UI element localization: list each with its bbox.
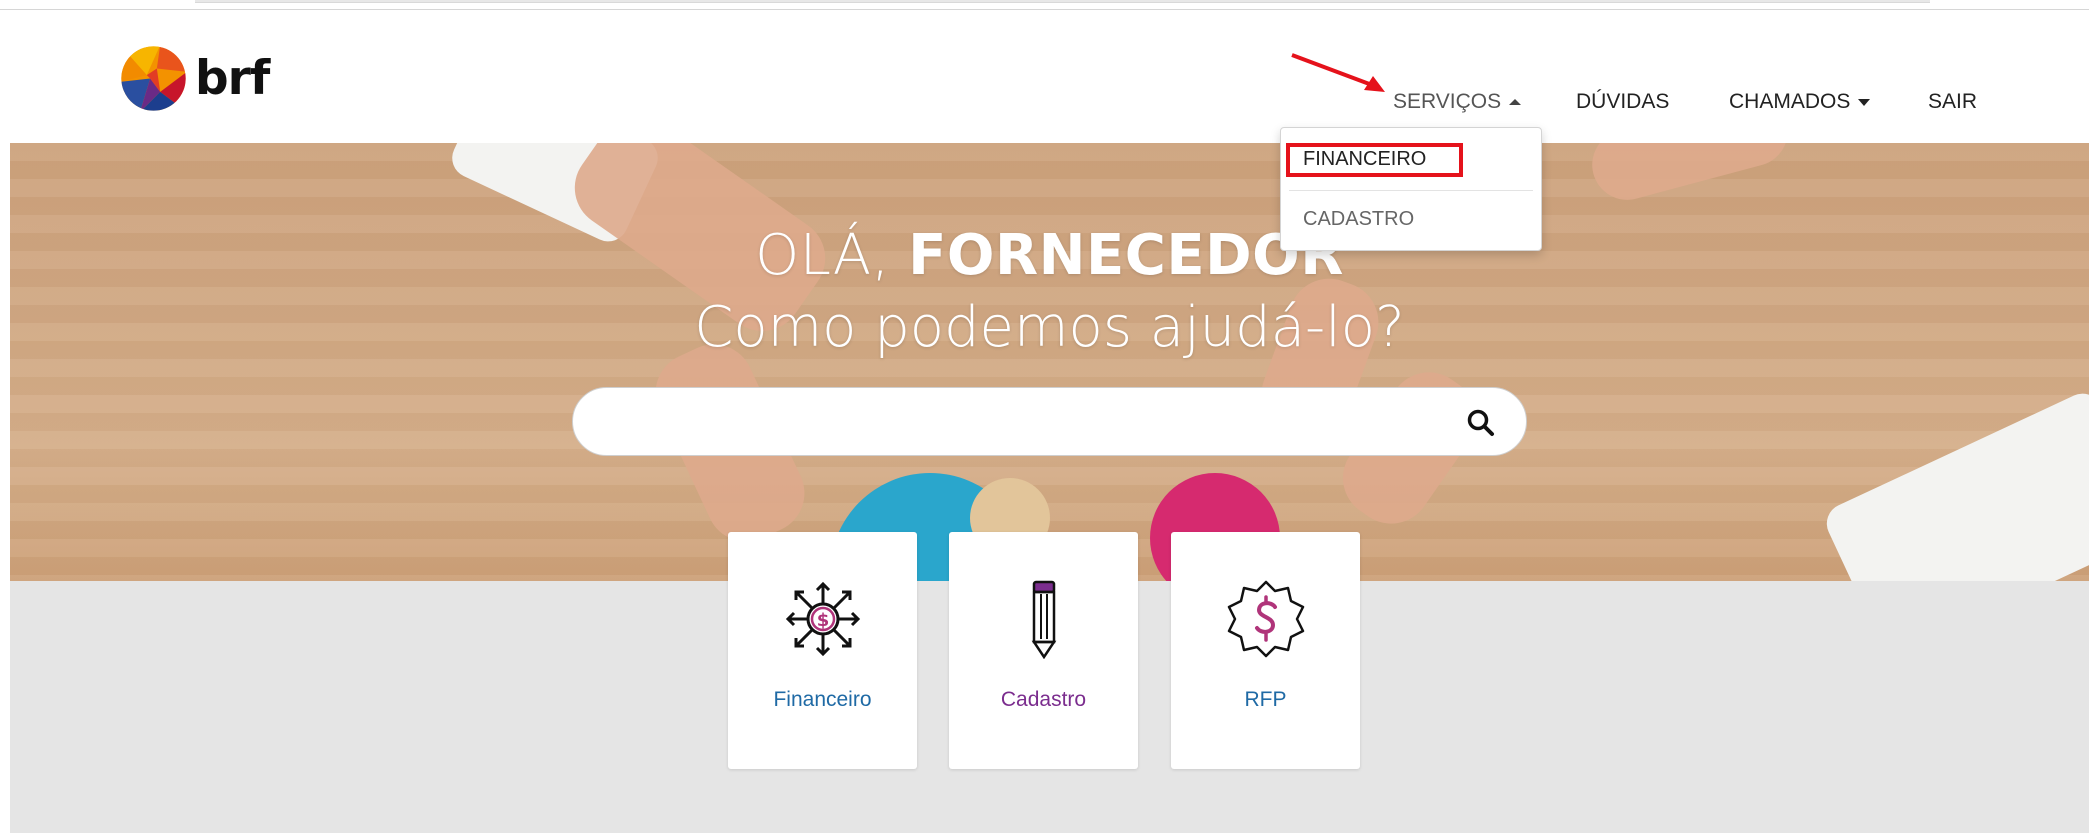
svg-text:$: $ (817, 610, 830, 631)
caret-up-icon (1509, 99, 1522, 105)
search-input[interactable] (603, 388, 1453, 455)
nav-servicos-label: SERVIÇOS (1393, 90, 1502, 113)
top-divider (0, 9, 2089, 10)
nav-duvidas[interactable]: DÚVIDAS (1576, 90, 1669, 114)
card-financeiro-label: Financeiro (773, 688, 872, 711)
nav-chamados[interactable]: CHAMADOS (1729, 90, 1871, 114)
page: brf SERVIÇOS DÚVIDAS CHAMADOS SAIR OLÁ, … (0, 0, 2089, 833)
hero-greeting-bold: FORNECEDOR (908, 223, 1344, 288)
hero-greeting: OLÁ, FORNECEDOR (10, 223, 2089, 288)
logo-text: brf (195, 50, 270, 106)
card-cadastro-label: Cadastro (1000, 688, 1087, 711)
card-cadastro[interactable]: Cadastro (949, 532, 1138, 769)
brf-logo[interactable]: brf (120, 43, 280, 113)
nav-sair-label: SAIR (1928, 90, 1978, 113)
card-rfp-label: RFP (1244, 688, 1287, 711)
hero-greeting-text: OLÁ, (755, 223, 890, 288)
hero-banner: OLÁ, FORNECEDOR Como podemos ajudá-lo? (10, 143, 2089, 581)
brf-logo-icon (121, 45, 186, 111)
pencil-icon (1031, 580, 1057, 659)
card-financeiro[interactable]: $ Financeiro (728, 532, 917, 769)
annotation-highlight-box (1286, 143, 1463, 177)
card-rfp[interactable]: RFP (1171, 532, 1360, 769)
nav-sair[interactable]: SAIR (1928, 90, 1977, 114)
search-bar[interactable] (572, 387, 1527, 456)
search-icon[interactable] (1466, 408, 1496, 438)
nav-servicos[interactable]: SERVIÇOS (1393, 90, 1522, 114)
caret-down-icon (1858, 98, 1871, 106)
nav-duvidas-label: DÚVIDAS (1576, 90, 1670, 113)
dollar-badge-icon (1227, 580, 1305, 658)
dropdown-divider (1289, 190, 1533, 191)
dropdown-item-cadastro[interactable]: CADASTRO (1303, 208, 1414, 231)
nav-chamados-label: CHAMADOS (1729, 90, 1851, 113)
finance-gear-icon: $ (785, 581, 861, 657)
annotation-arrow-icon (1291, 53, 1385, 92)
browser-top-bar (195, 0, 1930, 3)
hero-subtitle: Como podemos ajudá-lo? (694, 295, 1405, 360)
